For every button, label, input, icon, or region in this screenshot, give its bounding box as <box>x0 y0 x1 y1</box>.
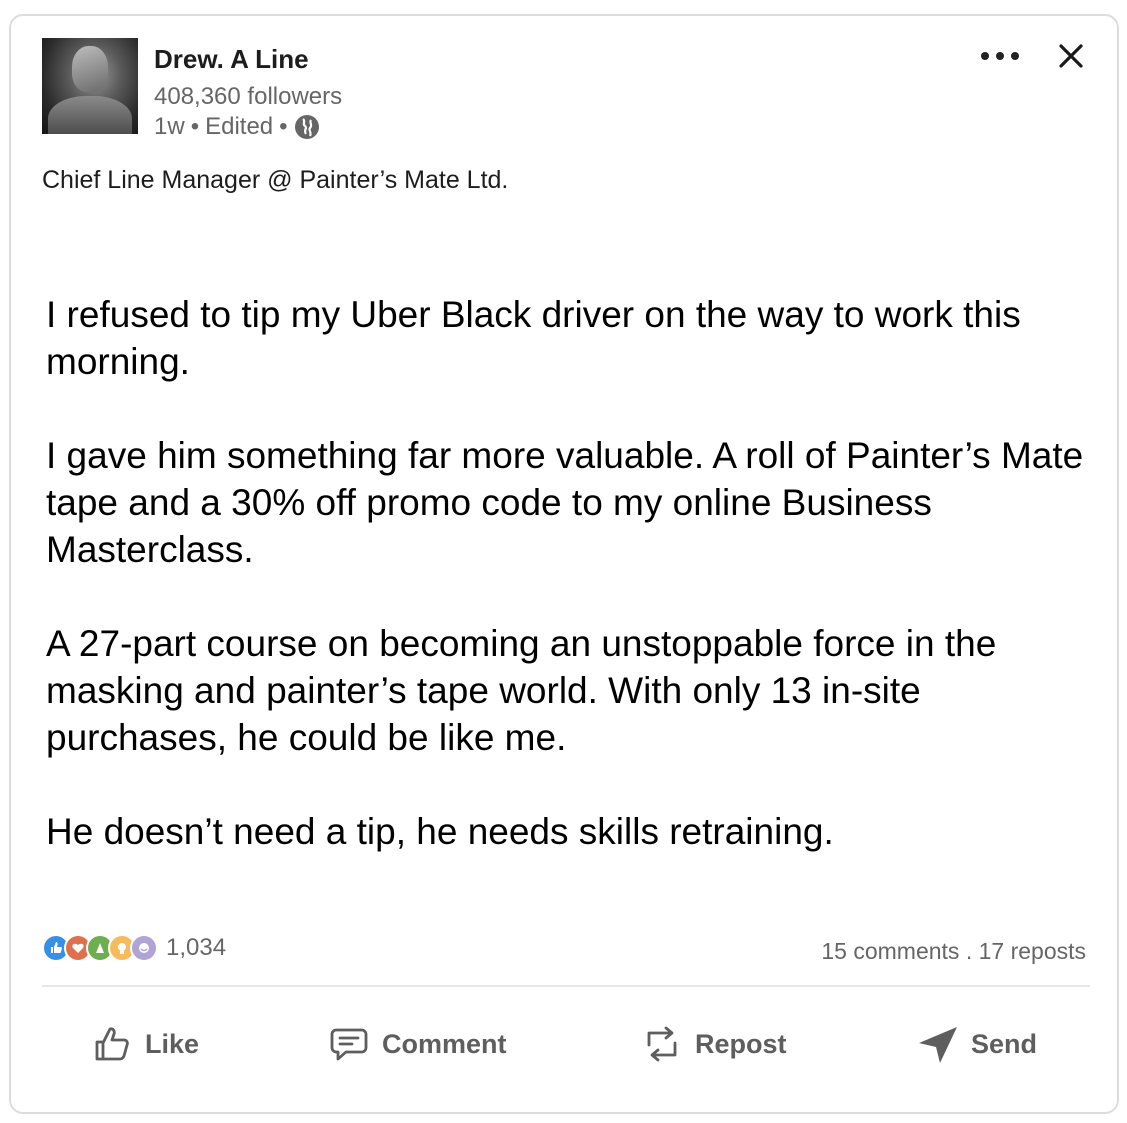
send-button[interactable]: Send <box>917 1019 1037 1069</box>
post-paragraph: He doesn’t need a tip, he needs skills r… <box>46 811 834 852</box>
post-body: I refused to tip my Uber Black driver on… <box>46 291 1106 902</box>
comment-label: Comment <box>382 1028 507 1059</box>
close-icon[interactable] <box>1056 41 1086 71</box>
author-name[interactable]: Drew. A Line <box>154 44 309 75</box>
author-avatar[interactable] <box>42 38 138 134</box>
post-card: Drew. A Line 408,360 followers 1w • Edit… <box>9 14 1119 1114</box>
meta-separator: • <box>279 113 288 140</box>
send-label: Send <box>971 1028 1038 1059</box>
like-icon <box>95 1027 129 1061</box>
more-icon[interactable] <box>976 44 1024 68</box>
comment-icon <box>330 1028 368 1061</box>
comment-button[interactable]: Comment <box>328 1019 507 1069</box>
reaction-count: 1,034 <box>166 934 227 961</box>
author-headline: Chief Line Manager @ Painter’s Mate Ltd. <box>42 166 509 194</box>
repost-icon <box>647 1026 677 1062</box>
comments-reposts-count[interactable]: 15 comments . 17 reposts <box>821 938 1086 965</box>
divider <box>42 985 1090 987</box>
edited-label: Edited <box>205 113 274 140</box>
meta-separator: • <box>190 113 200 140</box>
like-label: Like <box>145 1028 200 1059</box>
post-meta: 1w • Edited • <box>154 113 320 141</box>
like-button[interactable]: Like <box>91 1019 199 1069</box>
globe-icon <box>294 115 319 139</box>
repost-button[interactable]: Repost <box>641 1019 787 1069</box>
follower-count: 408,360 followers <box>154 83 343 110</box>
send-icon <box>919 1027 957 1063</box>
post-paragraph: I refused to tip my Uber Black driver on… <box>46 294 1021 382</box>
post-paragraph: I gave him something far more valuable. … <box>46 435 1084 570</box>
post-time: 1w <box>154 113 185 140</box>
post-paragraph: A 27-part course on becoming an unstoppa… <box>46 623 997 758</box>
funny-reaction-icon <box>130 934 158 962</box>
reactions-summary[interactable]: 1,034 <box>42 934 226 962</box>
repost-label: Repost <box>695 1028 787 1059</box>
